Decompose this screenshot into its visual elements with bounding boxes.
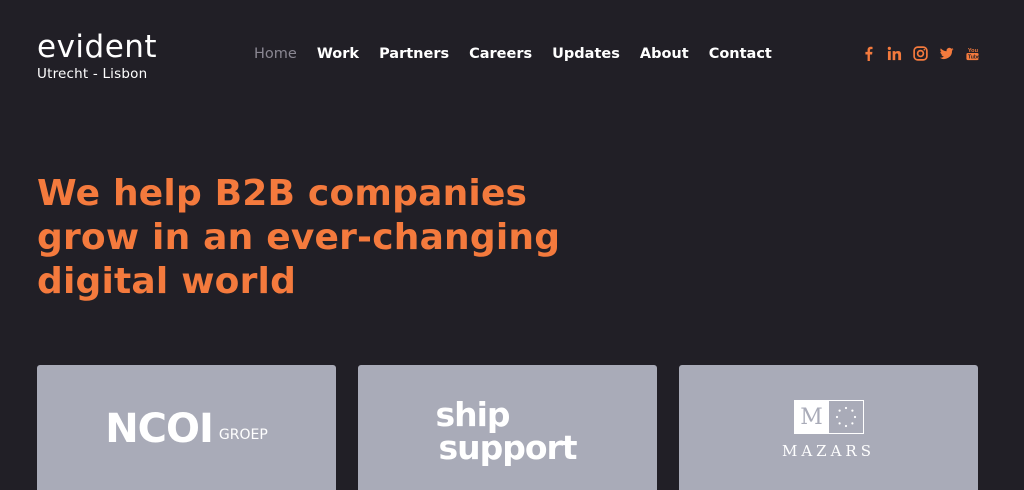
nav-careers[interactable]: Careers [469, 44, 532, 64]
shipsupport-logo-line2: support [438, 428, 577, 467]
brand-location: Utrecht - Lisbon [37, 66, 148, 82]
mazars-emblem-letter: M [794, 401, 829, 433]
shipsupport-logo: ship support [358, 398, 657, 464]
main-nav: Home Work Partners Careers Updates About… [254, 44, 792, 64]
twitter-icon[interactable] [938, 44, 954, 62]
ncoi-logo-subtext: GROEP [218, 427, 268, 443]
hero-line-2: grow in an ever-changing [37, 217, 561, 258]
client-card-shipsupport[interactable]: ship support [358, 365, 657, 490]
nav-work[interactable]: Work [317, 44, 359, 64]
nav-about[interactable]: About [640, 44, 689, 64]
svg-text:Tube: Tube [968, 54, 980, 60]
hero-heading: We help B2B companies grow in an ever-ch… [37, 172, 597, 304]
nav-contact[interactable]: Contact [709, 44, 772, 64]
nav-partners[interactable]: Partners [379, 44, 449, 64]
ncoi-logo-text: NCOI [105, 406, 214, 452]
hero-line-3: digital world [37, 261, 297, 302]
ncoi-logo: NCOI GROEP [37, 409, 336, 449]
nav-home[interactable]: Home [254, 44, 297, 64]
client-card-ncoi[interactable]: NCOI GROEP [37, 365, 336, 490]
youtube-icon[interactable]: You Tube [964, 44, 980, 62]
star-circle-icon [829, 401, 863, 433]
brand-name: evident [37, 29, 158, 65]
brand-logo[interactable]: evident Utrecht - Lisbon [37, 30, 157, 82]
hero-line-1: We help B2B companies [37, 173, 528, 214]
mazars-emblem: M [793, 400, 864, 434]
mazars-wordmark: MAZARS [781, 442, 876, 460]
shipsupport-logo-line1: ship [435, 395, 510, 434]
social-links: You Tube [860, 44, 980, 62]
linkedin-icon[interactable] [886, 44, 902, 62]
nav-updates[interactable]: Updates [552, 44, 620, 64]
mazars-logo: M MAZARS [679, 400, 978, 460]
client-cards: NCOI GROEP ship support M MAZARS [37, 365, 978, 490]
instagram-icon[interactable] [912, 44, 928, 62]
client-card-mazars[interactable]: M MAZARS [679, 365, 978, 490]
facebook-icon[interactable] [860, 44, 876, 62]
